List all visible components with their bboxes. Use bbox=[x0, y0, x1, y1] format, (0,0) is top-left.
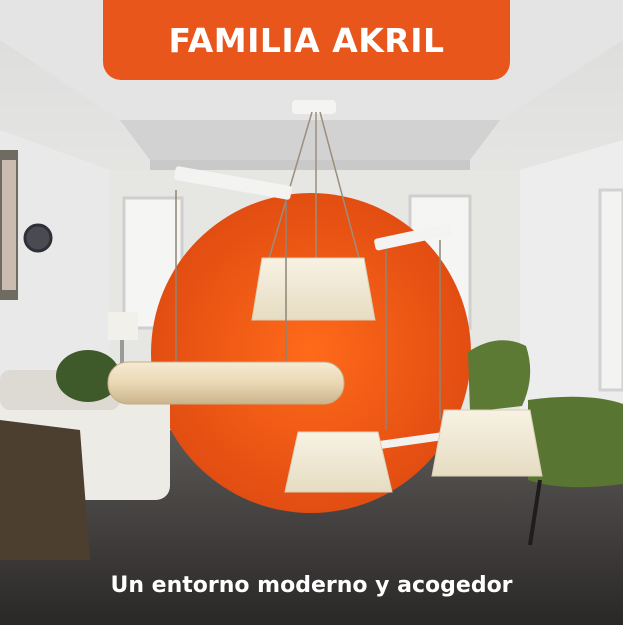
title-banner: FAMILIA AKRIL bbox=[103, 0, 510, 80]
caption-text: Un entorno moderno y acogedor bbox=[110, 572, 513, 598]
room-scene-illustration bbox=[0, 0, 623, 625]
caption-bar: Un entorno moderno y acogedor bbox=[0, 560, 623, 610]
banner-title: FAMILIA AKRIL bbox=[168, 20, 445, 60]
product-image: FAMILIA AKRIL Un entorno moderno y acoge… bbox=[0, 0, 623, 625]
